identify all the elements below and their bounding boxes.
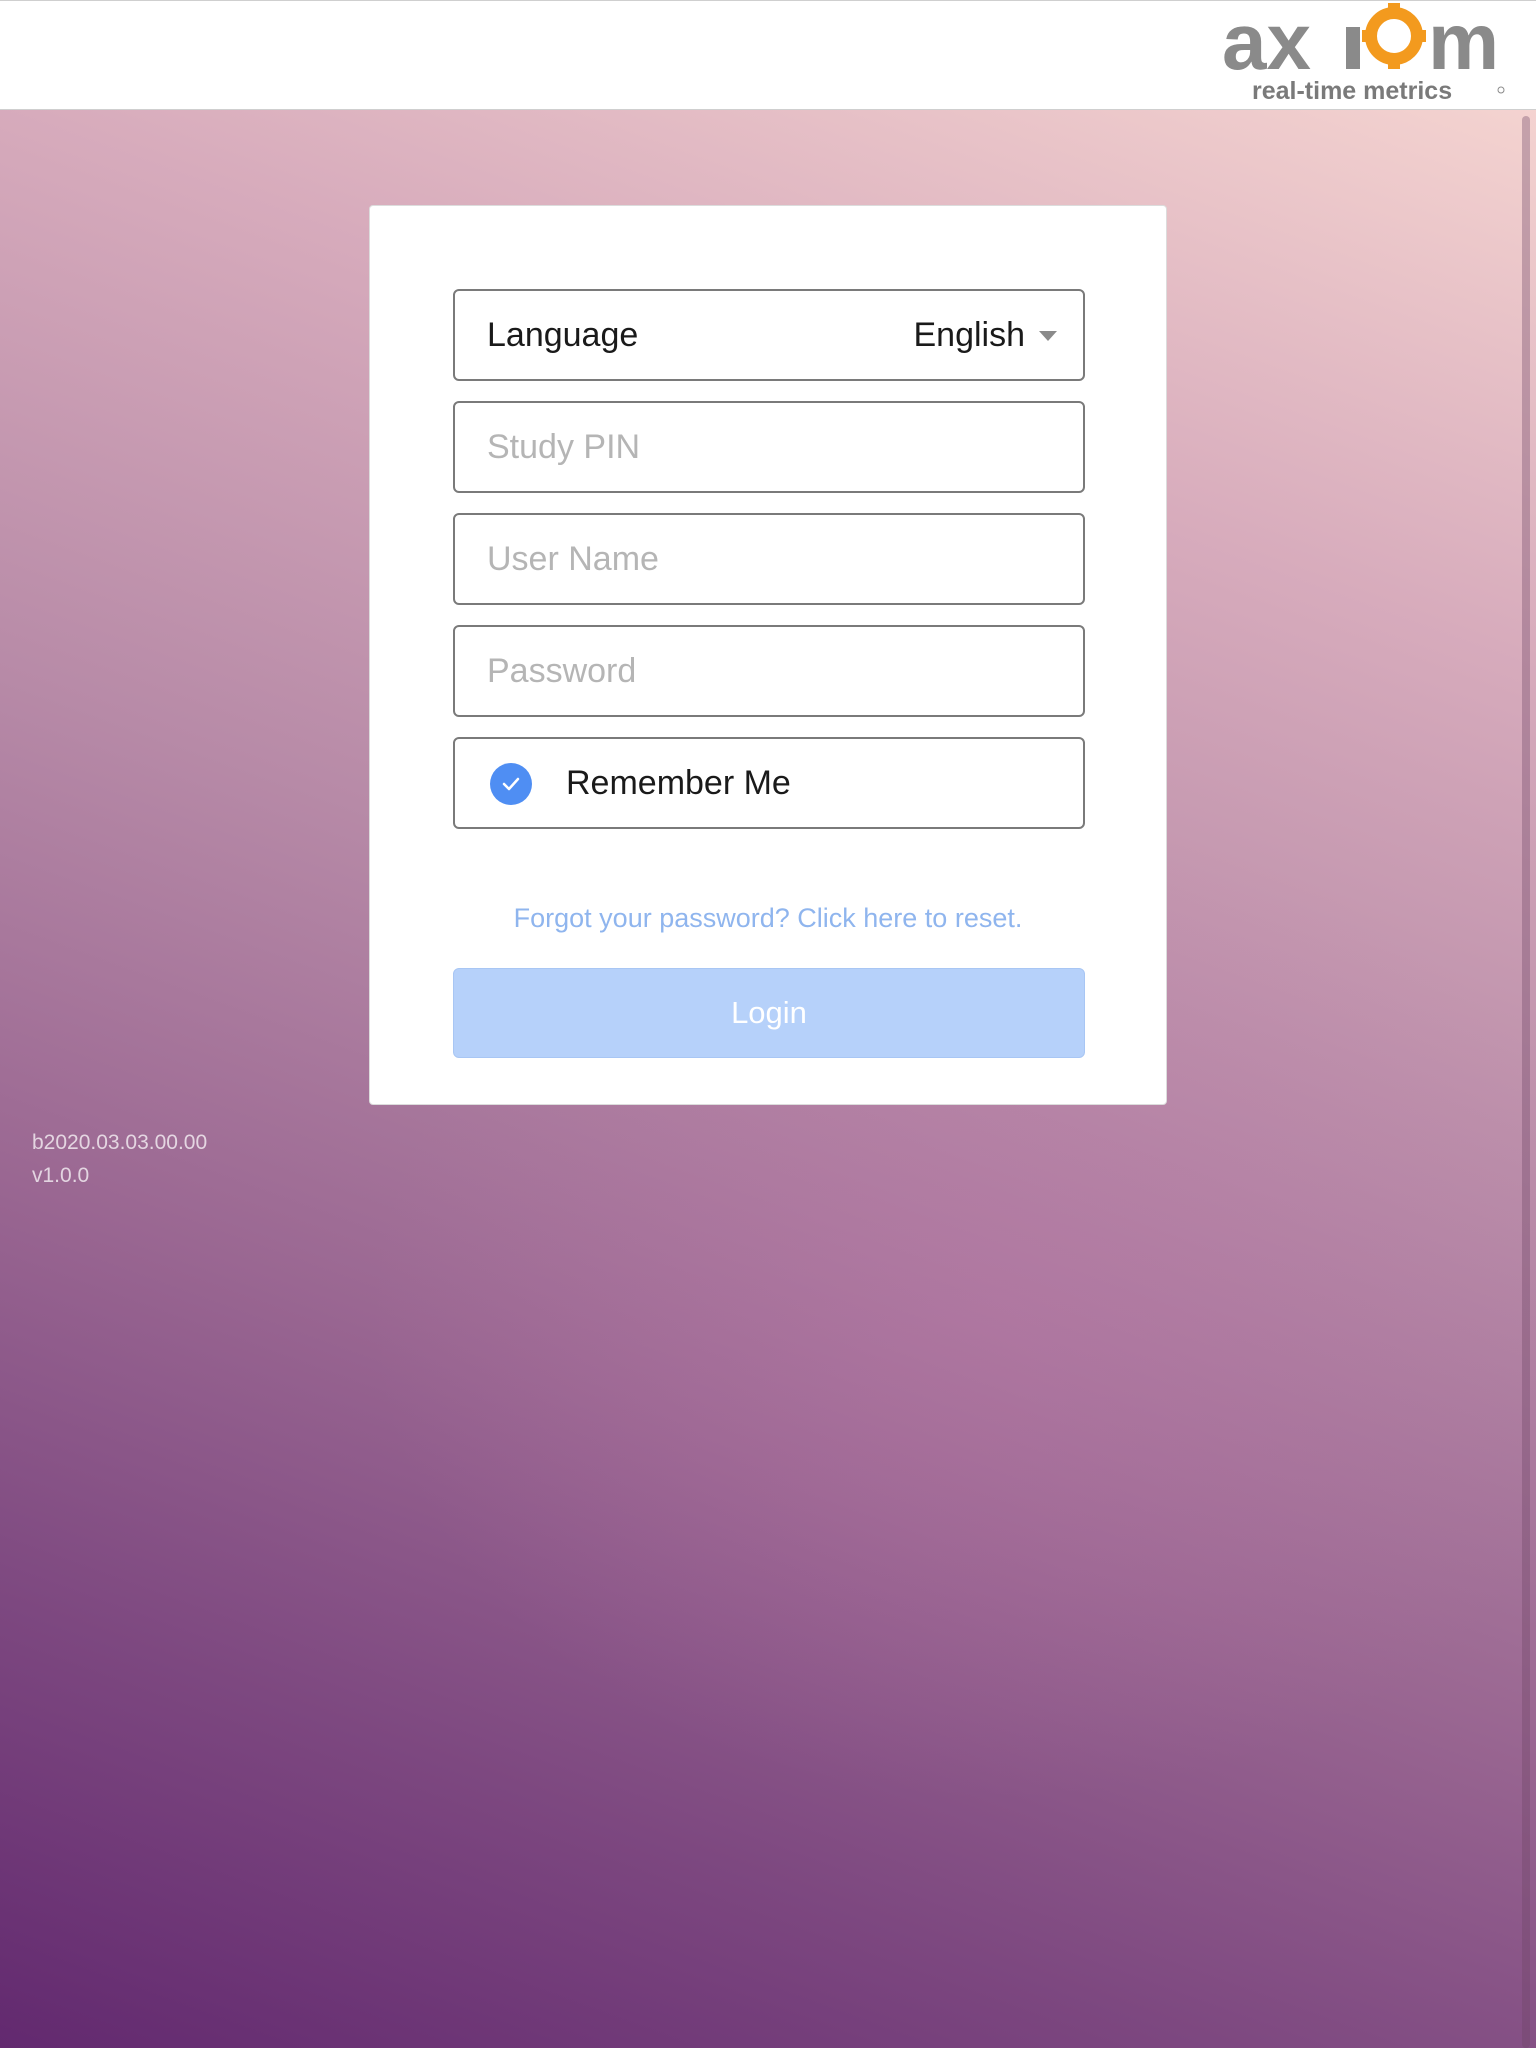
top-bar: ax m real-time metrics	[0, 0, 1536, 110]
remember-me-label: Remember Me	[566, 764, 791, 802]
forgot-password-link[interactable]: Forgot your password? Click here to rese…	[370, 903, 1166, 934]
login-button[interactable]: Login	[453, 968, 1085, 1058]
svg-text:m: m	[1428, 1, 1499, 86]
language-value: English	[913, 316, 1025, 354]
remember-me-row[interactable]: Remember Me	[453, 737, 1085, 829]
study-pin-field[interactable]	[453, 401, 1085, 493]
user-name-input[interactable]	[455, 515, 1083, 603]
caret-down-icon	[1039, 331, 1057, 341]
svg-text:ax: ax	[1222, 1, 1311, 86]
axiom-logo: ax m real-time metrics	[1222, 1, 1505, 105]
login-card: Language English Remember Me Forgot your…	[369, 205, 1167, 1105]
language-select[interactable]: Language English	[453, 289, 1085, 381]
scrollbar[interactable]	[1522, 116, 1530, 2048]
user-name-field[interactable]	[453, 513, 1085, 605]
study-pin-input[interactable]	[455, 403, 1083, 491]
password-input[interactable]	[455, 627, 1083, 715]
password-field[interactable]	[453, 625, 1085, 717]
build-number: b2020.03.03.00.00	[32, 1131, 208, 1154]
version-number: v1.0.0	[32, 1164, 90, 1187]
language-label: Language	[487, 316, 639, 354]
check-icon	[502, 777, 520, 791]
svg-text:real-time metrics: real-time metrics	[1252, 77, 1452, 105]
remember-me-checkbox[interactable]	[490, 763, 532, 805]
